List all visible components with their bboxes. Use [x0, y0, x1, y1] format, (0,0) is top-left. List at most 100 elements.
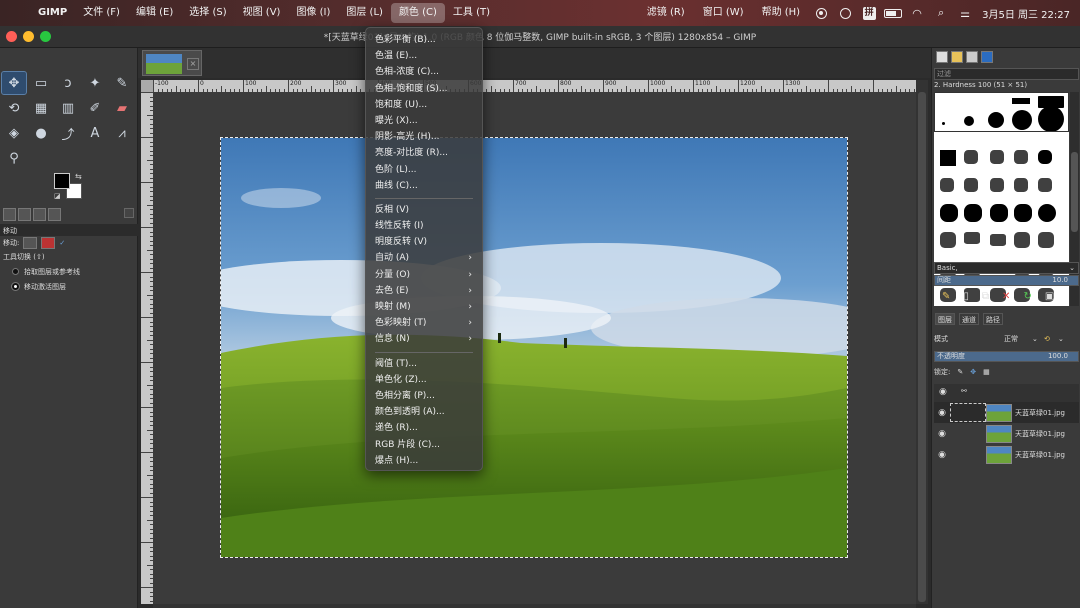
brush-thumbnail[interactable]: [1014, 204, 1032, 222]
fuzzy-select-tool-icon[interactable]: ✦: [83, 72, 107, 94]
brush-thumbnail[interactable]: [1038, 178, 1052, 192]
text-tool-icon[interactable]: A: [83, 122, 107, 144]
brushes-tab-icon[interactable]: [936, 51, 948, 63]
colors-menu-item[interactable]: 明度反转 (V): [366, 234, 482, 250]
spacing-slider[interactable]: 间距 10.0: [934, 275, 1079, 286]
image-tab[interactable]: ×: [142, 50, 202, 76]
brush-thumbnail[interactable]: [1014, 178, 1028, 192]
colors-menu-item[interactable]: 色相-浓度 (C)...: [366, 64, 482, 80]
menu-view[interactable]: 视图 (V): [235, 3, 289, 23]
eye-icon[interactable]: ◉: [934, 429, 950, 439]
brush-thumbnail[interactable]: [1038, 232, 1054, 248]
colors-menu-item[interactable]: 递色 (R)...: [366, 420, 482, 436]
menubar-clock[interactable]: 3月5日 周三 22:27: [978, 6, 1080, 21]
colors-menu-item[interactable]: 色彩映射 (T) ›: [366, 315, 482, 331]
menu-windows[interactable]: 窗口 (W): [695, 3, 752, 23]
eraser-tool-icon[interactable]: ▰: [110, 97, 134, 119]
tool-options-tab-icon[interactable]: [3, 208, 16, 221]
bucket-fill-tool-icon[interactable]: ◈: [2, 122, 26, 144]
measure-tool-icon[interactable]: ⩘: [110, 122, 134, 144]
horizontal-ruler[interactable]: -100010020030040050060070080090010001100…: [153, 80, 916, 92]
fonts-tab-icon[interactable]: [966, 51, 978, 63]
input-method-icon[interactable]: 拼: [858, 0, 880, 26]
menu-filters[interactable]: 滤镜 (R): [639, 3, 693, 23]
move-layer-icon[interactable]: [23, 237, 38, 249]
brush-thumbnail[interactable]: [964, 178, 978, 192]
reset-colors-icon[interactable]: ◪: [54, 192, 61, 200]
layer-chain-slot[interactable]: [950, 445, 986, 464]
menu-app-gimp[interactable]: GIMP: [30, 3, 75, 23]
radio-pick-layer-circle[interactable]: [12, 268, 19, 275]
brush-thumbnail[interactable]: [964, 150, 978, 164]
horizontal-scrollbar[interactable]: [153, 604, 916, 608]
menu-colors[interactable]: 颜色 (C): [390, 3, 445, 23]
path-tool-icon[interactable]: ⤴: [56, 122, 80, 144]
lock-alpha-icon[interactable]: ▦: [983, 368, 990, 376]
menu-select[interactable]: 选择 (S): [181, 3, 234, 23]
patterns-tab-icon[interactable]: [951, 51, 963, 63]
colors-menu-item[interactable]: 自动 (A) ›: [366, 250, 482, 266]
brush-thumbnail[interactable]: [990, 234, 1006, 246]
control-center-icon[interactable]: ⚌: [954, 0, 976, 26]
color-selector[interactable]: ⇆ ◪: [54, 172, 86, 205]
layer-chain-slot[interactable]: [950, 403, 986, 422]
move-selection-icon[interactable]: [41, 237, 56, 249]
pen-tool-icon[interactable]: ✎: [110, 72, 134, 94]
ruler-corner[interactable]: [141, 80, 153, 92]
chevron-down-icon[interactable]: ⌄: [1032, 335, 1044, 343]
gradient-tool-icon[interactable]: ▥: [56, 97, 80, 119]
foreground-color-swatch[interactable]: [54, 173, 70, 189]
move-tool-icon[interactable]: ✥: [1, 71, 27, 95]
colors-menu-item[interactable]: 色温 (E)...: [366, 48, 482, 64]
open-as-image-icon[interactable]: ▣: [1045, 291, 1054, 303]
panel-menu-icon[interactable]: [124, 208, 134, 218]
colors-menu-item[interactable]: 爆点 (H)...: [366, 453, 482, 469]
rect-select-tool-icon[interactable]: ▭: [29, 72, 53, 94]
edit-brush-icon[interactable]: ✎: [942, 291, 950, 303]
colors-menu-item[interactable]: 色相分离 (P)...: [366, 388, 482, 404]
brush-thumbnail[interactable]: [990, 204, 1008, 222]
colors-menu-item[interactable]: 阴影-高光 (H)...: [366, 129, 482, 145]
close-image-tab-icon[interactable]: ×: [187, 58, 199, 70]
brush-thumbnail[interactable]: [940, 178, 954, 192]
colors-menu-item[interactable]: 去色 (E) ›: [366, 283, 482, 299]
brush-thumbnail[interactable]: [1014, 232, 1030, 248]
vertical-scrollbar[interactable]: [916, 80, 928, 604]
brush-preset-select[interactable]: Basic, ⌄: [934, 262, 1079, 274]
colors-menu-item[interactable]: 信息 (N) ›: [366, 331, 482, 347]
colors-menu-item[interactable]: 单色化 (Z)...: [366, 372, 482, 388]
colors-menu-item[interactable]: 映射 (M) ›: [366, 299, 482, 315]
layer-row[interactable]: ◉ 天蓝草绿01.jpg: [934, 402, 1079, 423]
move-path-icon[interactable]: ✓: [59, 239, 65, 247]
eye-icon[interactable]: ◉: [934, 408, 950, 418]
zoom-tool-icon[interactable]: ⚲: [2, 147, 26, 169]
layer-name[interactable]: 天蓝草绿01.jpg: [1012, 450, 1076, 460]
colors-menu-item[interactable]: 线性反转 (I): [366, 218, 482, 234]
brush-thumbnail[interactable]: [964, 232, 980, 244]
blur-tool-icon[interactable]: ●: [29, 122, 53, 144]
radio-pick-layer[interactable]: 拾取图层或参考线: [0, 264, 138, 279]
colors-menu-item[interactable]: 阈值 (T)...: [366, 356, 482, 372]
brush-thumbnail[interactable]: [1014, 150, 1028, 164]
layer-row[interactable]: ◉ 天蓝草绿01.jpg: [934, 423, 1079, 444]
chevron-down-icon[interactable]: ⌄: [1058, 335, 1064, 343]
battery-icon[interactable]: [882, 0, 904, 26]
colors-menu-item[interactable]: 色阶 (L)...: [366, 162, 482, 178]
lock-position-icon[interactable]: ✥: [970, 368, 976, 376]
new-brush-icon[interactable]: ▯: [963, 291, 969, 303]
colors-menu-item[interactable]: 饱和度 (U)...: [366, 97, 482, 113]
colors-menu-item[interactable]: 分量 (O) ›: [366, 267, 482, 283]
colors-menu-item[interactable]: 色相-饱和度 (S)...: [366, 81, 482, 97]
mode-select[interactable]: 正常: [1004, 334, 1032, 344]
radio-move-active-circle[interactable]: [11, 282, 20, 291]
device-status-tab-icon[interactable]: [18, 208, 31, 221]
lasso-tool-icon[interactable]: ↄ: [56, 72, 80, 94]
colors-menu-item[interactable]: 曝光 (X)...: [366, 113, 482, 129]
document-history-tab-icon[interactable]: [981, 51, 993, 63]
scroll-thumb[interactable]: [918, 92, 926, 602]
colors-menu-item[interactable]: 色彩平衡 (B)...: [366, 32, 482, 48]
transform-tool-icon[interactable]: ⟲: [2, 97, 26, 119]
tab-paths[interactable]: 路径: [983, 313, 1003, 325]
delete-brush-icon[interactable]: ✕: [1002, 291, 1010, 303]
layer-chain-slot[interactable]: [950, 424, 986, 443]
